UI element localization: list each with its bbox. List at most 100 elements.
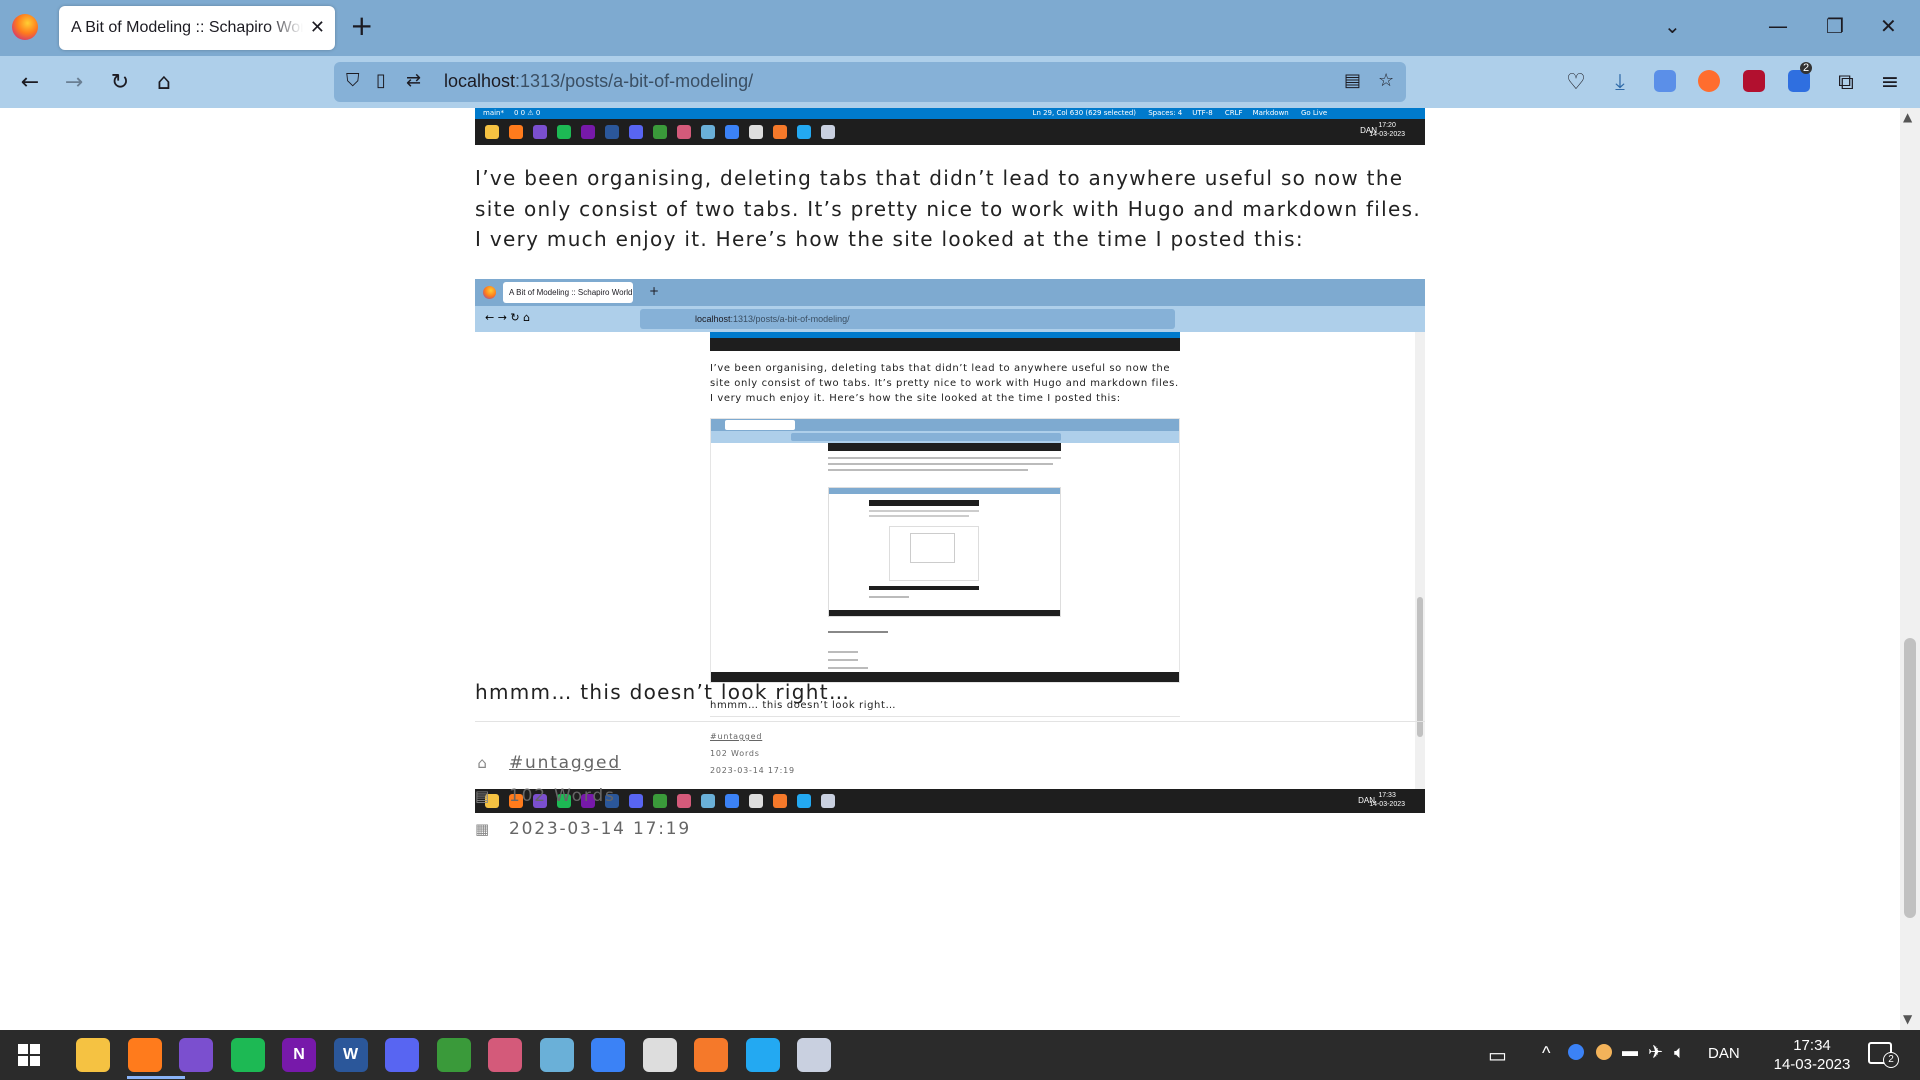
mini-blender-icon bbox=[773, 794, 787, 808]
page-icon[interactable]: ▯ bbox=[376, 70, 386, 91]
embedded-taskbar-strip: DAN 17:20 14-03-2023 bbox=[475, 119, 1425, 145]
embedded-screenshot-image: A Bit of Modeling :: Schapiro World + ← … bbox=[475, 279, 1425, 813]
mini-discord-icon bbox=[629, 125, 643, 139]
list-all-tabs-icon[interactable]: ⌄ bbox=[1664, 14, 1681, 38]
duckduckgo-icon[interactable] bbox=[1698, 70, 1720, 92]
vscode-icon[interactable] bbox=[745, 1038, 780, 1072]
mini-word-icon bbox=[605, 125, 619, 139]
browser-titlebar: A Bit of Modeling :: Schapiro World ✕ + … bbox=[0, 0, 1920, 56]
bookmark-star-icon[interactable]: ☆ bbox=[1378, 70, 1394, 91]
tab-title: A Bit of Modeling :: Schapiro World bbox=[71, 19, 303, 36]
permissions-icon[interactable]: ⇄ bbox=[406, 70, 421, 91]
active-app-indicator bbox=[127, 1076, 185, 1079]
extension-tabs-icon[interactable] bbox=[1654, 70, 1676, 92]
home-button[interactable]: ⌂ bbox=[150, 68, 178, 96]
word-count: 102 Words bbox=[509, 786, 616, 806]
mini-blender-icon bbox=[773, 125, 787, 139]
downloads-icon[interactable]: ⤓ bbox=[1606, 68, 1634, 96]
extensions-icon[interactable]: ⧉ bbox=[1832, 68, 1860, 96]
windows-logo-icon bbox=[18, 1044, 40, 1066]
post-word-count-row: ▤ 102 Words bbox=[475, 786, 616, 806]
url-text[interactable]: localhost:1313/posts/a-bit-of-modeling/ bbox=[444, 71, 753, 92]
volume-icon[interactable]: 🔈︎ bbox=[1674, 1042, 1685, 1063]
clock[interactable]: 17:34 14-03-2023 bbox=[1762, 1036, 1862, 1074]
menu-icon[interactable]: ≡ bbox=[1876, 68, 1904, 96]
notification-count: 2 bbox=[1883, 1052, 1899, 1068]
mini-unity-icon bbox=[749, 794, 763, 808]
url-bar[interactable]: ⛉ ▯ ⇄ localhost:1313/posts/a-bit-of-mode… bbox=[334, 62, 1406, 102]
maximize-button[interactable]: ❐ bbox=[1826, 14, 1844, 38]
mini-firefox-icon bbox=[509, 125, 523, 139]
reader-view-icon[interactable]: ▤ bbox=[1344, 70, 1361, 91]
tray-weather-icon[interactable] bbox=[1596, 1044, 1612, 1060]
embedded-word-count: 102 Words bbox=[710, 749, 760, 758]
close-window-button[interactable]: ✕ bbox=[1880, 14, 1897, 38]
tray-app-icon[interactable] bbox=[1568, 1044, 1584, 1060]
tab-a-bit-of-modeling[interactable]: A Bit of Modeling :: Schapiro World ✕ bbox=[59, 6, 335, 50]
mini-visual-studio-icon bbox=[533, 125, 547, 139]
mini-vscode-icon bbox=[797, 794, 811, 808]
clock-time: 17:34 bbox=[1793, 1037, 1831, 1054]
clock-date: 14-03-2023 bbox=[1773, 1056, 1851, 1073]
post-tag-row: ⌂ #untagged bbox=[475, 753, 621, 773]
notes-app-icon[interactable] bbox=[539, 1038, 574, 1072]
unity-icon[interactable] bbox=[642, 1038, 677, 1072]
visual-studio-icon[interactable] bbox=[179, 1038, 213, 1072]
nested-screenshot-image bbox=[710, 418, 1180, 683]
new-tab-button[interactable]: + bbox=[350, 10, 373, 42]
pocket-icon[interactable]: ♡ bbox=[1562, 68, 1590, 96]
calendar-icon: ▦ bbox=[475, 820, 491, 838]
post-date-row: ▦ 2023-03-14 17:19 bbox=[475, 819, 691, 839]
mini-arc-app-icon bbox=[725, 125, 739, 139]
start-button[interactable] bbox=[12, 1038, 46, 1072]
firefox-icon[interactable] bbox=[127, 1038, 162, 1072]
after-image-text: hmmm… this doesn’t look right… bbox=[475, 680, 851, 704]
file-explorer-icon[interactable] bbox=[76, 1038, 110, 1072]
input-indicator-icon[interactable]: ▭ bbox=[1488, 1043, 1507, 1068]
bitwarden-icon[interactable]: 2 bbox=[1788, 62, 1813, 92]
language-indicator[interactable]: DAN bbox=[1708, 1045, 1740, 1062]
onenote-icon[interactable]: N bbox=[282, 1038, 316, 1072]
embedded-divider bbox=[710, 716, 1180, 717]
forward-button[interactable]: → bbox=[60, 68, 88, 96]
page-content: main* 0 0 ⚠ 0 Ln 29, Col 630 (629 selecte… bbox=[0, 108, 1900, 1030]
mini-vscode-icon bbox=[797, 125, 811, 139]
embedded-taskbar: DAN 17:33 14-03-2023 bbox=[475, 789, 1425, 813]
mini-arc-app-icon bbox=[725, 794, 739, 808]
document-icon: ▤ bbox=[475, 787, 491, 805]
show-hidden-icons-icon[interactable]: ^ bbox=[1542, 1043, 1550, 1064]
ublock-origin-icon[interactable] bbox=[1743, 70, 1765, 92]
blender-icon[interactable] bbox=[694, 1038, 728, 1072]
discord-icon[interactable] bbox=[385, 1038, 419, 1072]
embedded-firefox-icon bbox=[483, 286, 496, 299]
minimize-button[interactable]: — bbox=[1768, 14, 1788, 38]
mini-krita-icon bbox=[821, 794, 835, 808]
mini-file-explorer-icon bbox=[485, 125, 499, 139]
word-icon[interactable]: W bbox=[333, 1038, 368, 1072]
shield-icon[interactable]: ⛉ bbox=[346, 70, 360, 91]
tag-link[interactable]: #untagged bbox=[509, 753, 621, 773]
mini-notes-app-icon bbox=[701, 125, 715, 139]
firefox-icon[interactable] bbox=[12, 14, 38, 40]
sticky-app-icon[interactable] bbox=[436, 1038, 471, 1072]
spotify-icon[interactable] bbox=[230, 1038, 265, 1072]
mini-paint-app-icon bbox=[677, 125, 691, 139]
notifications-icon[interactable]: 2 bbox=[1868, 1042, 1899, 1068]
paint-app-icon[interactable] bbox=[488, 1038, 522, 1072]
page-scrollbar[interactable]: ▲ ▼ bbox=[1900, 108, 1920, 1030]
mini-unity-icon bbox=[749, 125, 763, 139]
post-divider bbox=[475, 721, 1425, 722]
reload-button[interactable]: ↻ bbox=[106, 68, 134, 96]
airplane-mode-icon[interactable]: ✈ bbox=[1648, 1042, 1663, 1063]
scroll-down-arrow-icon[interactable]: ▼ bbox=[1903, 1012, 1912, 1026]
krita-icon[interactable] bbox=[797, 1038, 831, 1072]
windows-taskbar: NW ▭ ^ ▬ ✈ 🔈︎ DAN 17:34 14-03-2023 2 bbox=[0, 1030, 1920, 1080]
vscode-status-bar: main* 0 0 ⚠ 0 Ln 29, Col 630 (629 selecte… bbox=[475, 108, 1425, 119]
scroll-thumb[interactable] bbox=[1904, 638, 1916, 918]
tab-close-icon[interactable]: ✕ bbox=[310, 17, 325, 38]
embedded-tag: #untagged bbox=[710, 732, 763, 741]
arc-app-icon[interactable] bbox=[591, 1038, 625, 1072]
scroll-up-arrow-icon[interactable]: ▲ bbox=[1903, 110, 1912, 124]
back-button[interactable]: ← bbox=[16, 68, 44, 96]
battery-icon[interactable]: ▬ bbox=[1622, 1043, 1638, 1061]
